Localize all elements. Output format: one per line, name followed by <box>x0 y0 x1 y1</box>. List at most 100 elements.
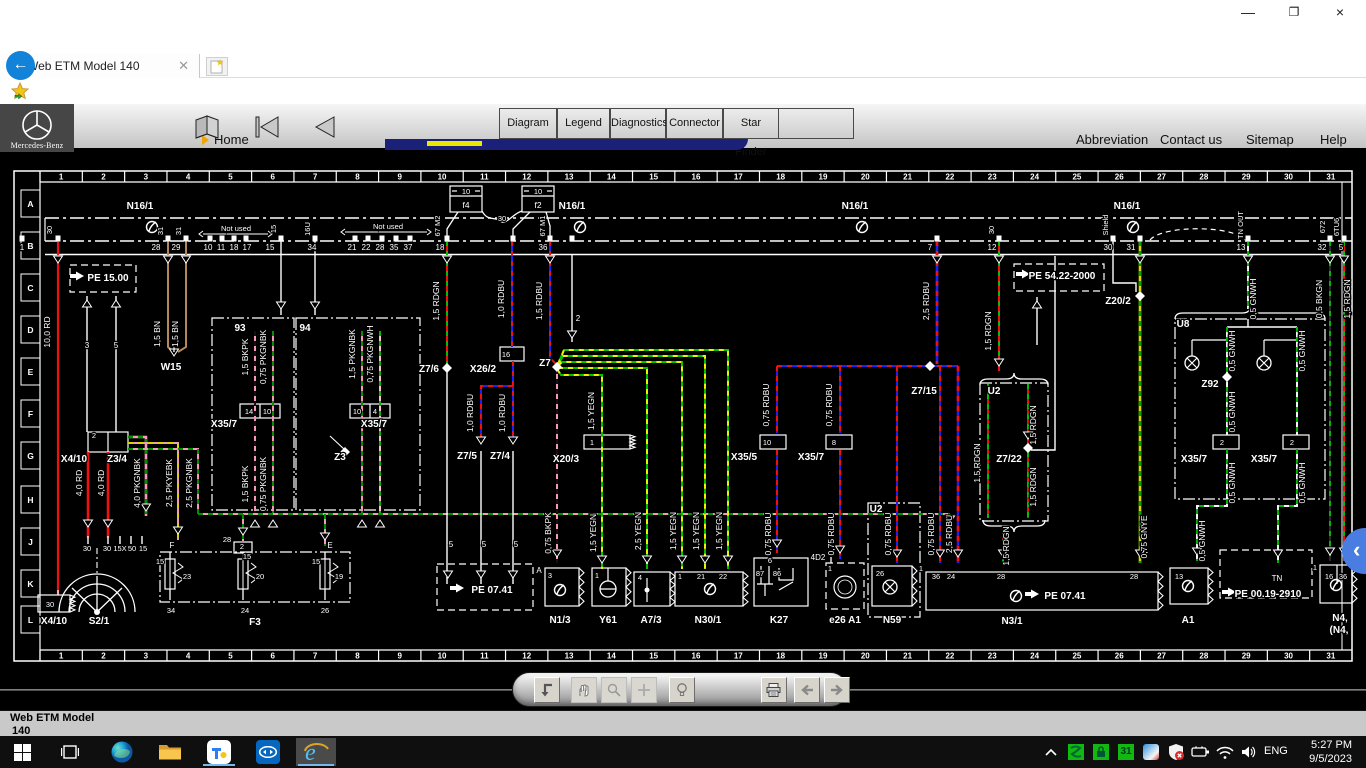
svg-text:5: 5 <box>482 540 487 549</box>
add-favorite-star-icon[interactable] <box>10 81 30 106</box>
svg-text:10: 10 <box>763 438 771 447</box>
tab-diagnostics[interactable]: Diagnostics <box>610 108 666 139</box>
svg-text:29: 29 <box>172 243 181 252</box>
tray-wifi-icon[interactable] <box>1212 738 1238 766</box>
svg-text:11: 11 <box>217 243 226 252</box>
edge-taskbar-icon[interactable] <box>102 738 142 766</box>
tray-app1-icon[interactable] <box>1063 738 1089 766</box>
link-sitemap[interactable]: Sitemap <box>1246 132 1294 147</box>
zoom-in-button[interactable] <box>631 677 657 703</box>
svg-text:1: 1 <box>590 438 594 447</box>
tab-title: Web ETM Model 140 <box>22 59 174 73</box>
tray-calendar-31-icon[interactable]: 31 <box>1113 738 1139 766</box>
highlight-bulb-button[interactable] <box>669 677 695 703</box>
window-titlebar[interactable]: — ❐ × <box>0 0 1366 26</box>
svg-text:16: 16 <box>502 350 510 359</box>
pan-hand-button[interactable] <box>571 677 597 703</box>
tray-power-icon[interactable] <box>1188 738 1214 766</box>
task-view-button[interactable] <box>50 738 90 766</box>
svg-text:8: 8 <box>355 173 360 182</box>
svg-text:U2: U2 <box>988 386 1001 397</box>
previous-page-icon[interactable] <box>310 114 338 145</box>
svg-text:0,75 PKGNBK: 0,75 PKGNBK <box>258 457 268 512</box>
next-diagram-button[interactable] <box>824 677 850 703</box>
mercedes-brand-label: Mercedes-Benz <box>0 141 74 150</box>
svg-text:34: 34 <box>308 243 317 252</box>
mercedes-star-icon <box>15 107 59 143</box>
svg-text:X35/7: X35/7 <box>1251 454 1278 465</box>
svg-text:25: 25 <box>1072 173 1081 182</box>
minimize-button[interactable]: — <box>1226 0 1270 26</box>
link-help[interactable]: Help <box>1320 132 1347 147</box>
tab-close-icon[interactable]: ✕ <box>174 58 193 74</box>
svg-text:21: 21 <box>348 243 357 252</box>
svg-text:10,0 RD: 10,0 RD <box>42 316 52 347</box>
close-button[interactable]: × <box>1318 0 1362 26</box>
book-icon[interactable] <box>192 114 224 145</box>
svg-text:1,0 RDBU: 1,0 RDBU <box>497 394 507 432</box>
svg-text:28: 28 <box>376 243 385 252</box>
svg-text:17: 17 <box>243 243 252 252</box>
svg-text:0,75 GNYE: 0,75 GNYE <box>1139 515 1149 558</box>
back-button[interactable]: ← <box>6 51 35 80</box>
tray-teamviewer-icon[interactable] <box>1138 738 1164 766</box>
new-tab-button[interactable] <box>206 57 228 76</box>
svg-text:2,5 PKYEBK: 2,5 PKYEBK <box>164 459 174 508</box>
svg-text:Z7/15: Z7/15 <box>911 386 937 397</box>
svg-text:1,0 RDBU: 1,0 RDBU <box>465 394 475 432</box>
tab-diagram[interactable]: Diagram <box>499 108 557 139</box>
prev-diagram-button[interactable] <box>794 677 820 703</box>
svg-text:30: 30 <box>103 544 111 553</box>
svg-text:1,5 RDGN: 1,5 RDGN <box>1028 405 1038 444</box>
svg-text:16: 16 <box>692 652 701 661</box>
start-button[interactable] <box>2 738 42 766</box>
tray-chevron-icon[interactable] <box>1038 738 1064 766</box>
svg-text:19: 19 <box>819 652 828 661</box>
taskbar-clock[interactable]: 5:27 PM 9/5/2023 <box>1282 738 1352 766</box>
first-page-icon[interactable] <box>252 114 282 145</box>
svg-text:1,5 RDGN: 1,5 RDGN <box>1001 526 1011 565</box>
reset-view-button[interactable] <box>534 677 560 703</box>
teamviewer-taskbar-icon[interactable] <box>248 738 288 766</box>
file-explorer-taskbar-icon[interactable] <box>150 738 190 766</box>
link-abbreviation[interactable]: Abbreviation <box>1076 132 1148 147</box>
maximize-button[interactable]: ❐ <box>1272 0 1316 26</box>
svg-text:10: 10 <box>204 243 213 252</box>
mercedes-logo-block: Mercedes-Benz <box>0 104 74 152</box>
tray-app2-icon[interactable] <box>1088 738 1114 766</box>
diagram-canvas[interactable]: 1122334455667788991010111112121313141415… <box>0 156 1366 710</box>
svg-text:G: G <box>27 451 34 461</box>
svg-text:0,5 GNWH: 0,5 GNWH <box>1227 391 1237 432</box>
zoom-tool-button[interactable] <box>601 677 627 703</box>
svg-text:Z3/4: Z3/4 <box>107 454 127 465</box>
svg-text:16U: 16U <box>303 222 312 236</box>
tab-legend[interactable]: Legend <box>557 108 610 139</box>
svg-text:8: 8 <box>355 652 360 661</box>
toolbar-line <box>0 689 512 691</box>
svg-text:0,75 RDBU: 0,75 RDBU <box>826 513 836 556</box>
svg-text:4: 4 <box>638 573 642 582</box>
svg-text:30: 30 <box>987 226 996 234</box>
svg-text:Z20/2: Z20/2 <box>1105 296 1131 307</box>
svg-text:11: 11 <box>480 173 489 182</box>
ie-taskbar-icon[interactable]: e <box>296 738 336 766</box>
svg-text:F3: F3 <box>249 617 261 628</box>
app-t-taskbar-icon[interactable] <box>199 738 239 766</box>
svg-text:20: 20 <box>861 652 870 661</box>
svg-text:N16/1: N16/1 <box>1114 201 1141 212</box>
svg-text:10: 10 <box>462 187 470 196</box>
svg-text:15: 15 <box>649 652 658 661</box>
svg-text:N30/1: N30/1 <box>695 615 722 626</box>
tab-star-finder[interactable]: Star Finder <box>723 108 779 139</box>
svg-text:Z92: Z92 <box>1201 379 1219 390</box>
clock-date: 9/5/2023 <box>1282 752 1352 766</box>
svg-text:17: 17 <box>734 652 743 661</box>
svg-text:31: 31 <box>1127 243 1136 252</box>
link-contact-us[interactable]: Contact us <box>1160 132 1222 147</box>
tab-connector[interactable]: Connector <box>666 108 723 139</box>
print-button[interactable] <box>761 677 787 703</box>
tray-volume-icon[interactable] <box>1236 738 1262 766</box>
tray-security-alert-icon[interactable] <box>1163 738 1189 766</box>
svg-text:19: 19 <box>819 173 828 182</box>
svg-text:10: 10 <box>263 407 271 416</box>
